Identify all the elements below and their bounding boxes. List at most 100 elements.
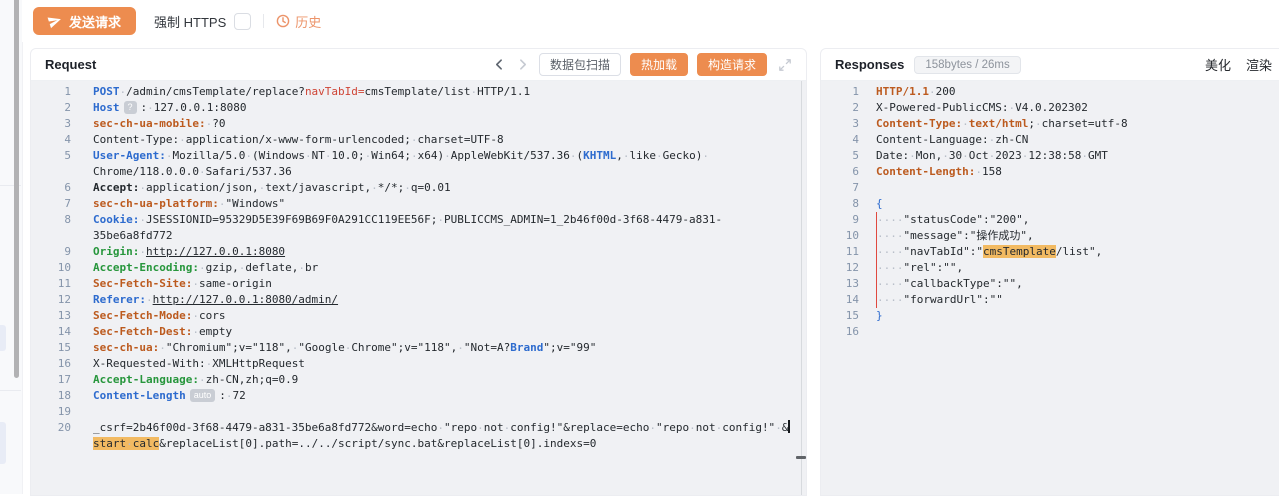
build-request-button[interactable]: 构造请求 [697,53,767,76]
line-number: 5 [821,148,859,164]
send-icon [48,14,62,28]
code-text [93,404,806,420]
line-number: 20 [31,420,71,452]
code-text: Origin: http://127.0.0.1:8080 [93,244,806,260]
clock-icon [276,14,290,28]
code-line: 15 sec-ch-ua: "Chromium";v="118", "Google… [31,340,806,356]
line-number: 16 [821,324,859,340]
sidebar-scrollbar[interactable] [14,0,19,378]
inline-badge: auto [190,389,216,402]
code-text: Referer: http://127.0.0.1:8080/admin/ [93,292,806,308]
line-number: 8 [821,196,859,212]
line-number: 10 [821,228,859,244]
sidebar-item-edge [0,325,6,351]
code-line: 9 Origin: http://127.0.0.1:8080 [31,244,806,260]
request-editor-scroll-thumb[interactable] [796,456,806,459]
line-number: 5 [31,148,71,180]
render-button[interactable]: 渲染 [1246,55,1272,74]
code-line: 8Cookie: JSESSIONID=95329D5E39F69B69F0A2… [31,212,806,244]
code-line: 2Host?: 127.0.0.1:8080 [31,100,806,116]
code-text: "forwardUrl":"" [876,292,1279,308]
code-line: 3Content-Type: text/html; charset=utf-8 [821,116,1279,132]
code-text: sec-ch-ua: "Chromium";v="118", "Google C… [93,340,806,356]
history-label: 历史 [295,12,321,31]
code-line: 6Content-Length: 158 [821,164,1279,180]
request-panel-title: Request [45,57,96,72]
code-text: Accept-Language: zh-CN,zh;q=0.9 [93,372,806,388]
fullscreen-icon[interactable] [778,58,792,72]
request-panel: Request 数据包扫描 热加载 构造请求 1POST /admin/cmsT… [30,48,807,496]
sidebar-divider [0,390,21,391]
code-line: 16 [821,324,1279,340]
line-number: 2 [31,100,71,116]
code-line: 15} [821,308,1279,324]
code-line: 4Content-Language: zh-CN [821,132,1279,148]
inline-badge: ? [124,101,137,114]
line-number: 7 [821,180,859,196]
chevron-right-icon[interactable] [516,58,530,72]
line-number: 15 [821,308,859,324]
code-line: 8{ [821,196,1279,212]
line-number: 13 [821,276,859,292]
highlighted-text: cmsTemplate [983,245,1056,258]
line-number: 2 [821,100,859,116]
code-line: 12 "rel":"", [821,260,1279,276]
line-number: 9 [31,244,71,260]
code-line: 14 "forwardUrl":"" [821,292,1279,308]
request-editor[interactable]: 1POST /admin/cmsTemplate/replace?navTabI… [31,81,806,495]
force-https-checkbox[interactable] [234,13,251,30]
code-line: 17 Accept-Language: zh-CN,zh;q=0.9 [31,372,806,388]
code-line: 6Accept: application/json, text/javascri… [31,180,806,196]
packet-scan-button[interactable]: 数据包扫描 [539,53,621,76]
code-text: _csrf=2b46f00d-3f68-4479-a831-35be6a8fd7… [93,420,806,452]
code-line: 13Sec-Fetch-Mode: cors [31,308,806,324]
request-panel-header: Request 数据包扫描 热加载 构造请求 [31,49,806,81]
line-number: 14 [821,292,859,308]
line-number: 3 [821,116,859,132]
code-text: "statusCode":"200", [876,212,1279,228]
response-editor[interactable]: 1HTTP/1.1 2002X-Powered-PublicCMS: V4.0.… [821,81,1279,495]
force-https-label: 强制 HTTPS [154,12,226,31]
line-number: 11 [31,276,71,292]
code-text: Sec-Fetch-Site: same-origin [93,276,806,292]
send-request-button[interactable]: 发送请求 [33,7,136,35]
code-line: 14Sec-Fetch-Dest: empty [31,324,806,340]
code-text: Sec-Fetch-Dest: empty [93,324,806,340]
code-line: 2X-Powered-PublicCMS: V4.0.202302 [821,100,1279,116]
code-text: Content-Length: 158 [876,164,1279,180]
line-number: 15 [31,340,71,356]
code-text: { [876,196,1279,212]
code-line: 1HTTP/1.1 200 [821,84,1279,100]
code-text: "message":"操作成功", [876,228,1279,244]
code-text: User-Agent: Mozilla/5.0 (Windows NT 10.0… [93,148,806,180]
code-text: HTTP/1.1 200 [876,84,1279,100]
line-number: 8 [31,212,71,244]
code-text: "navTabId":"cmsTemplate/list", [876,244,1279,260]
history-link[interactable]: 历史 [276,12,321,31]
line-number: 3 [31,116,71,132]
line-number: 4 [31,132,71,148]
request-editor-scroll-track [801,81,802,495]
code-text: POST /admin/cmsTemplate/replace?navTabId… [93,84,806,100]
line-number: 17 [31,372,71,388]
code-line: 16X-Requested-With: XMLHttpRequest [31,356,806,372]
beautify-button[interactable]: 美化 [1205,55,1231,74]
line-number: 7 [31,196,71,212]
toolbar-divider [263,14,264,28]
code-text: Content-Language: zh-CN [876,132,1279,148]
hot-reload-button[interactable]: 热加载 [630,53,688,76]
code-text: "callbackType":"", [876,276,1279,292]
code-line: 7 sec-ch-ua-platform: "Windows" [31,196,806,212]
text-caret [788,420,790,433]
sidebar-item-edge [0,422,6,464]
response-panel: Responses 158bytes / 26ms 美化 渲染 1HTTP/1.… [820,48,1279,496]
code-text: Accept-Encoding: gzip, deflate, br [93,260,806,276]
code-text: Content-Type: application/x-www-form-url… [93,132,806,148]
code-line: 5 Date: Mon, 30 Oct 2023 12:38:58 GMT [821,148,1279,164]
code-line: 10 "message":"操作成功", [821,228,1279,244]
code-text: sec-ch-ua-platform: "Windows" [93,196,806,212]
code-text: Date: Mon, 30 Oct 2023 12:38:58 GMT [876,148,1279,164]
line-number: 9 [821,212,859,228]
code-text: } [876,308,1279,324]
chevron-left-icon[interactable] [493,58,507,72]
